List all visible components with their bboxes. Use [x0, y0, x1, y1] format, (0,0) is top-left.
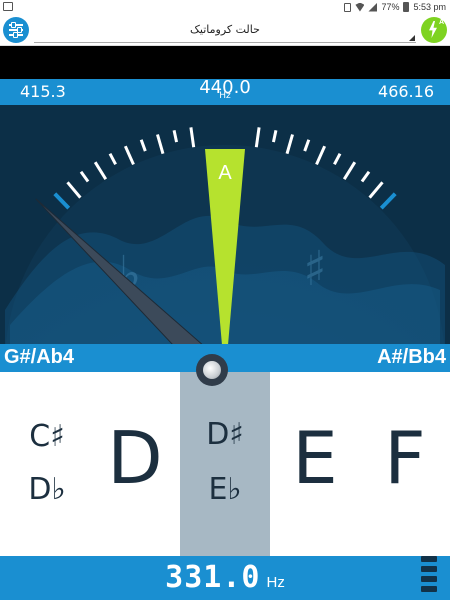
status-time: 5:53 pm	[413, 2, 446, 12]
frequency-readout-bar: 331.0 Hz	[0, 556, 450, 600]
detected-frequency: 331.0	[165, 560, 261, 595]
battery-icon	[403, 2, 410, 12]
vibrate-icon	[344, 2, 352, 12]
dropdown-arrow-icon	[409, 35, 415, 41]
high-frequency: 466.16	[378, 82, 434, 101]
status-bar: 77% 5:53 pm	[0, 0, 450, 14]
tuner-meter: ♭ ♯ A	[0, 105, 450, 345]
auto-lightning-icon	[429, 21, 437, 38]
settings-button[interactable]	[3, 17, 29, 43]
battery-percent: 77%	[381, 2, 400, 12]
upper-note-label: A#/Bb4	[377, 346, 446, 368]
note-strip: C♯ D♭ D D♯ E♭ E F	[0, 372, 450, 556]
needle-pivot-cap	[203, 361, 221, 379]
status-icons: 77% 5:53 pm	[344, 1, 446, 13]
current-note-highlight	[180, 372, 270, 556]
tuning-mode-label: حالت کروماتیک	[190, 23, 260, 36]
settings-slider-line	[9, 32, 23, 38]
frequency-readout: 331.0 Hz	[0, 560, 450, 595]
lower-note-label: G#/Ab4	[4, 346, 75, 368]
note-d-flat: D♭	[28, 472, 66, 507]
frequency-bar: 415.3 440.0 Hz 466.16	[0, 77, 450, 105]
detected-frequency-unit: Hz	[266, 574, 285, 591]
auto-mode-label: A	[438, 19, 444, 26]
needle-pivot	[196, 354, 228, 386]
note-f: F	[384, 416, 426, 500]
note-e-flat: E♭	[208, 472, 242, 507]
note-d: D	[107, 416, 163, 500]
tuner-needle	[35, 198, 204, 345]
image-icon	[3, 2, 13, 11]
note-e: E	[292, 416, 338, 500]
needle-layer	[35, 198, 204, 345]
note-c-sharp: C♯	[29, 419, 65, 454]
settings-slider-line	[9, 27, 23, 33]
settings-sliders-icon	[9, 22, 23, 28]
auto-mode-button[interactable]: A	[421, 17, 447, 43]
tuning-mode-dropdown[interactable]: حالت کروماتیک	[34, 18, 416, 43]
menu-handle-icon[interactable]	[418, 550, 440, 596]
wifi-icon	[355, 2, 365, 12]
signal-icon	[368, 2, 378, 12]
app-bar: حالت کروماتیک A	[0, 14, 450, 46]
note-d-sharp: D♯	[206, 417, 244, 452]
